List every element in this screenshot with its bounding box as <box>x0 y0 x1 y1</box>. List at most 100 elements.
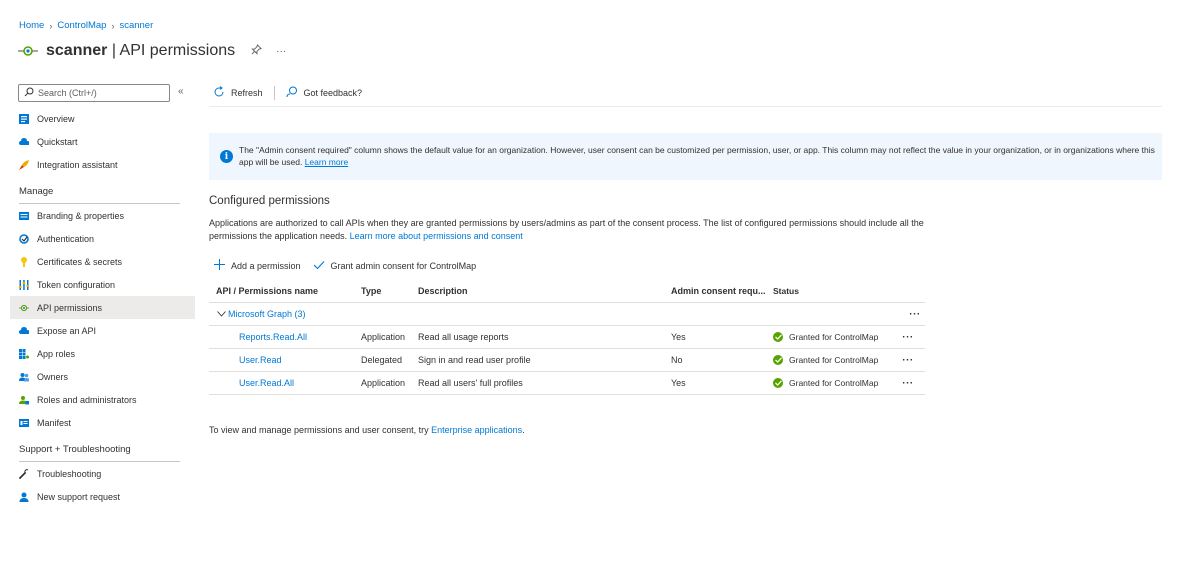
page-name: API permissions <box>119 42 236 59</box>
description-text: Applications are authorized to call APIs… <box>209 218 924 241</box>
sidebar-item-quickstart[interactable]: Quickstart <box>10 130 195 153</box>
search-input[interactable] <box>38 88 158 98</box>
pin-icon[interactable] <box>251 44 263 58</box>
sidebar-item-new-support-request[interactable]: New support request <box>10 485 195 508</box>
sidebar-item-label: Quickstart <box>37 136 78 147</box>
sidebar-item-label: Authentication <box>37 233 95 244</box>
admin-consent-value: Yes <box>671 332 686 342</box>
more-options-icon[interactable]: ··· <box>276 46 286 57</box>
owners-icon <box>19 372 29 382</box>
sidebar-item-label: App roles <box>37 348 76 359</box>
status-cell: Granted for ControlMap <box>773 378 898 388</box>
sidebar-search[interactable] <box>18 84 170 102</box>
sidebar-item-troubleshooting[interactable]: Troubleshooting <box>10 462 195 485</box>
row-more-button[interactable]: ··· <box>898 378 918 389</box>
sidebar-item-manifest[interactable]: Manifest <box>10 411 195 434</box>
breadcrumb-app[interactable]: ControlMap <box>57 20 106 31</box>
sidebar-item-api-permissions[interactable]: API permissions <box>10 296 195 319</box>
info-icon: i <box>220 150 233 163</box>
app-roles-icon <box>19 348 29 359</box>
status-cell: Granted for ControlMap <box>773 355 898 365</box>
quickstart-icon <box>19 137 29 147</box>
feedback-icon <box>286 86 298 100</box>
sidebar-item-label: Certificates & secrets <box>37 256 123 267</box>
footer-note: To view and manage permissions and user … <box>209 425 525 435</box>
status-text: Granted for ControlMap <box>789 378 879 388</box>
column-header-admin-consent[interactable]: Admin consent requ... <box>671 286 773 296</box>
grant-admin-consent-label: Grant admin consent for ControlMap <box>330 260 477 271</box>
permission-name-link[interactable]: Reports.Read.All <box>239 332 307 342</box>
chevron-down-icon[interactable] <box>217 309 226 319</box>
divider <box>273 85 275 100</box>
sidebar-item-overview[interactable]: Overview <box>10 107 195 130</box>
breadcrumb-current[interactable]: scanner <box>119 20 153 31</box>
sidebar-item-label: Branding & properties <box>37 210 125 221</box>
sidebar-item-app-roles[interactable]: App roles <box>10 342 195 365</box>
plus-icon <box>214 259 225 272</box>
manifest-icon <box>19 418 29 428</box>
admin-consent-value: Yes <box>671 378 686 388</box>
group-more-button[interactable]: ··· <box>905 309 925 320</box>
learn-more-link[interactable]: Learn more <box>305 157 348 167</box>
configured-permissions-description: Applications are authorized to call APIs… <box>209 217 929 242</box>
sidebar-item-integration-assistant[interactable]: Integration assistant <box>10 153 195 176</box>
permission-type: Application <box>361 332 406 342</box>
sidebar-item-branding[interactable]: Branding & properties <box>10 204 195 227</box>
row-more-button[interactable]: ··· <box>898 332 918 343</box>
banner-text: The "Admin consent required" column show… <box>239 145 1155 167</box>
feedback-button[interactable]: Got feedback? <box>286 86 363 100</box>
banner-message: The "Admin consent required" column show… <box>239 145 1162 168</box>
overview-icon <box>19 113 29 124</box>
api-permissions-icon <box>18 44 38 58</box>
checkmark-icon <box>313 260 325 272</box>
app-name: scanner <box>46 42 108 59</box>
sidebar-nav: Overview Quickstart Integration assistan… <box>10 107 195 508</box>
column-header-name[interactable]: API / Permissions name <box>209 286 361 296</box>
enterprise-applications-link[interactable]: Enterprise applications <box>431 425 522 435</box>
column-header-status[interactable]: Status <box>773 286 898 296</box>
sidebar-item-certificates[interactable]: Certificates & secrets <box>10 250 195 273</box>
permission-description: Read all users' full profiles <box>418 378 523 388</box>
collapse-sidebar-icon[interactable]: « <box>178 86 184 97</box>
divider <box>209 106 1162 107</box>
permission-name-link[interactable]: User.Read.All <box>239 378 294 388</box>
footer-text: To view and manage permissions and user … <box>209 425 432 435</box>
column-header-type[interactable]: Type <box>361 286 418 296</box>
grant-admin-consent-button[interactable]: Grant admin consent for ControlMap <box>313 260 477 272</box>
permission-name-link[interactable]: User.Read <box>239 355 282 365</box>
add-permission-button[interactable]: Add a permission <box>214 259 301 272</box>
refresh-label: Refresh <box>231 87 263 98</box>
refresh-button[interactable]: Refresh <box>213 85 263 100</box>
sidebar-item-token-configuration[interactable]: Token configuration <box>10 273 195 296</box>
sidebar-item-label: Roles and administrators <box>37 394 137 405</box>
feedback-label: Got feedback? <box>303 87 363 98</box>
sidebar-item-label: Owners <box>37 371 69 382</box>
wrench-icon <box>19 468 29 479</box>
configured-permissions-title: Configured permissions <box>209 195 330 207</box>
title-separator: | <box>107 42 120 59</box>
status-text: Granted for ControlMap <box>789 355 879 365</box>
breadcrumb-home[interactable]: Home <box>19 20 44 31</box>
table-group-row[interactable]: Microsoft Graph (3) ··· <box>209 303 925 326</box>
sidebar-item-owners[interactable]: Owners <box>10 365 195 388</box>
sidebar-item-roles-and-administrators[interactable]: Roles and administrators <box>10 388 195 411</box>
row-more-button[interactable]: ··· <box>898 355 918 366</box>
sidebar-item-expose-an-api[interactable]: Expose an API <box>10 319 195 342</box>
authentication-icon <box>19 233 29 244</box>
column-header-description[interactable]: Description <box>418 286 671 296</box>
learn-more-permissions-link[interactable]: Learn more about permissions and consent <box>350 231 523 241</box>
sidebar-item-authentication[interactable]: Authentication <box>10 227 195 250</box>
chevron-right-icon: › <box>111 20 115 31</box>
permissions-table: API / Permissions name Type Description … <box>209 280 925 395</box>
sidebar-item-label: Expose an API <box>37 325 97 336</box>
refresh-icon <box>213 85 225 100</box>
table-row: Reports.Read.All Application Read all us… <box>209 326 925 349</box>
granted-check-icon <box>773 378 783 388</box>
support-section-header: Support + Troubleshooting <box>19 443 131 455</box>
chevron-right-icon: › <box>49 20 53 31</box>
key-icon <box>19 256 29 267</box>
sidebar-item-label: API permissions <box>37 302 103 313</box>
microsoft-graph-group-link[interactable]: Microsoft Graph (3) <box>228 309 306 319</box>
support-icon <box>19 492 29 502</box>
page-header: scanner | API permissions ··· <box>18 40 286 62</box>
